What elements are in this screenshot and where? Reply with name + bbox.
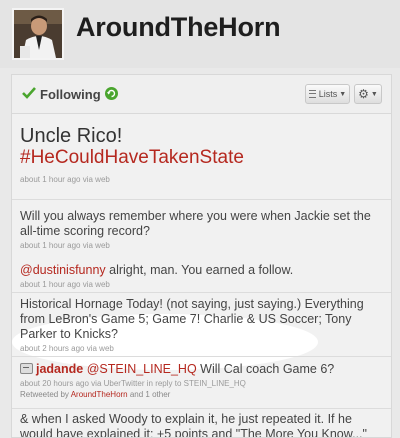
tweet[interactable]: Historical Hornage Today! (not saying, j… xyxy=(20,297,382,353)
tweet-meta[interactable]: about 1 hour ago via web xyxy=(20,241,382,250)
divider xyxy=(12,292,391,293)
chevron-down-icon: ▼ xyxy=(370,90,378,98)
mention-link[interactable]: @STEIN_LINE_HQ xyxy=(87,362,197,376)
divider xyxy=(12,199,391,200)
tweet-text: Will you always remember where you were … xyxy=(20,209,371,238)
author-link[interactable]: jadande xyxy=(36,362,83,376)
tweet-meta[interactable]: about 1 hour ago via web xyxy=(20,280,382,289)
retweet-suffix: and 1 other xyxy=(127,390,171,399)
tweet[interactable]: Will you always remember where you were … xyxy=(20,209,382,250)
following-bar: Following Lists ▼ ⚙ ▼ xyxy=(12,75,391,114)
gear-icon: ⚙ xyxy=(358,87,369,101)
tweet-text: & when I asked Woody to explain it, he j… xyxy=(20,412,367,438)
retweet-user-link[interactable]: AroundTheHorn xyxy=(71,390,128,399)
mention-link[interactable]: @dustinisfunny xyxy=(20,263,106,277)
tweet-meta[interactable]: about 1 hour ago via web xyxy=(20,175,382,184)
tweet[interactable]: & when I asked Woody to explain it, he j… xyxy=(20,412,382,438)
divider xyxy=(12,408,391,409)
tweet-meta[interactable]: about 2 hours ago via web xyxy=(20,344,382,353)
timeline-panel: Following Lists ▼ ⚙ ▼ Uncle Rico! #HeCou… xyxy=(11,74,392,438)
hashtag-link[interactable]: #HeCouldHaveTakenState xyxy=(20,147,382,169)
retweet-prefix: Retweeted by xyxy=(20,390,71,399)
retweet-icon xyxy=(20,363,33,374)
tweet[interactable]: jadande @STEIN_LINE_HQ Will Cal coach Ga… xyxy=(20,362,382,399)
lists-button[interactable]: Lists ▼ xyxy=(305,84,350,104)
tweet-text: Uncle Rico! xyxy=(20,125,123,147)
tweet-text: Will Cal coach Game 6? xyxy=(196,362,335,376)
tweet[interactable]: @dustinisfunny alright, man. You earned … xyxy=(20,263,382,289)
following-label[interactable]: Following xyxy=(40,87,101,102)
chevron-down-icon: ▼ xyxy=(339,90,347,98)
avatar[interactable] xyxy=(12,8,64,60)
profile-header: AroundTheHorn xyxy=(0,0,400,68)
tweet-meta[interactable]: about 20 hours ago via UberTwitter in re… xyxy=(20,379,382,388)
profile-username: AroundTheHorn xyxy=(76,12,281,42)
check-icon xyxy=(22,87,36,99)
tweet[interactable]: Uncle Rico! #HeCouldHaveTakenState about… xyxy=(20,125,382,184)
tweet-text: Historical Hornage Today! (not saying, j… xyxy=(20,297,364,341)
retweet-line: Retweeted by AroundTheHorn and 1 other xyxy=(20,390,382,399)
lists-label: Lists xyxy=(318,89,338,99)
divider xyxy=(12,356,391,357)
tweet-text: alright, man. You earned a follow. xyxy=(105,263,294,277)
settings-button[interactable]: ⚙ ▼ xyxy=(354,84,382,104)
refresh-icon[interactable] xyxy=(105,87,118,100)
list-icon xyxy=(308,90,316,98)
